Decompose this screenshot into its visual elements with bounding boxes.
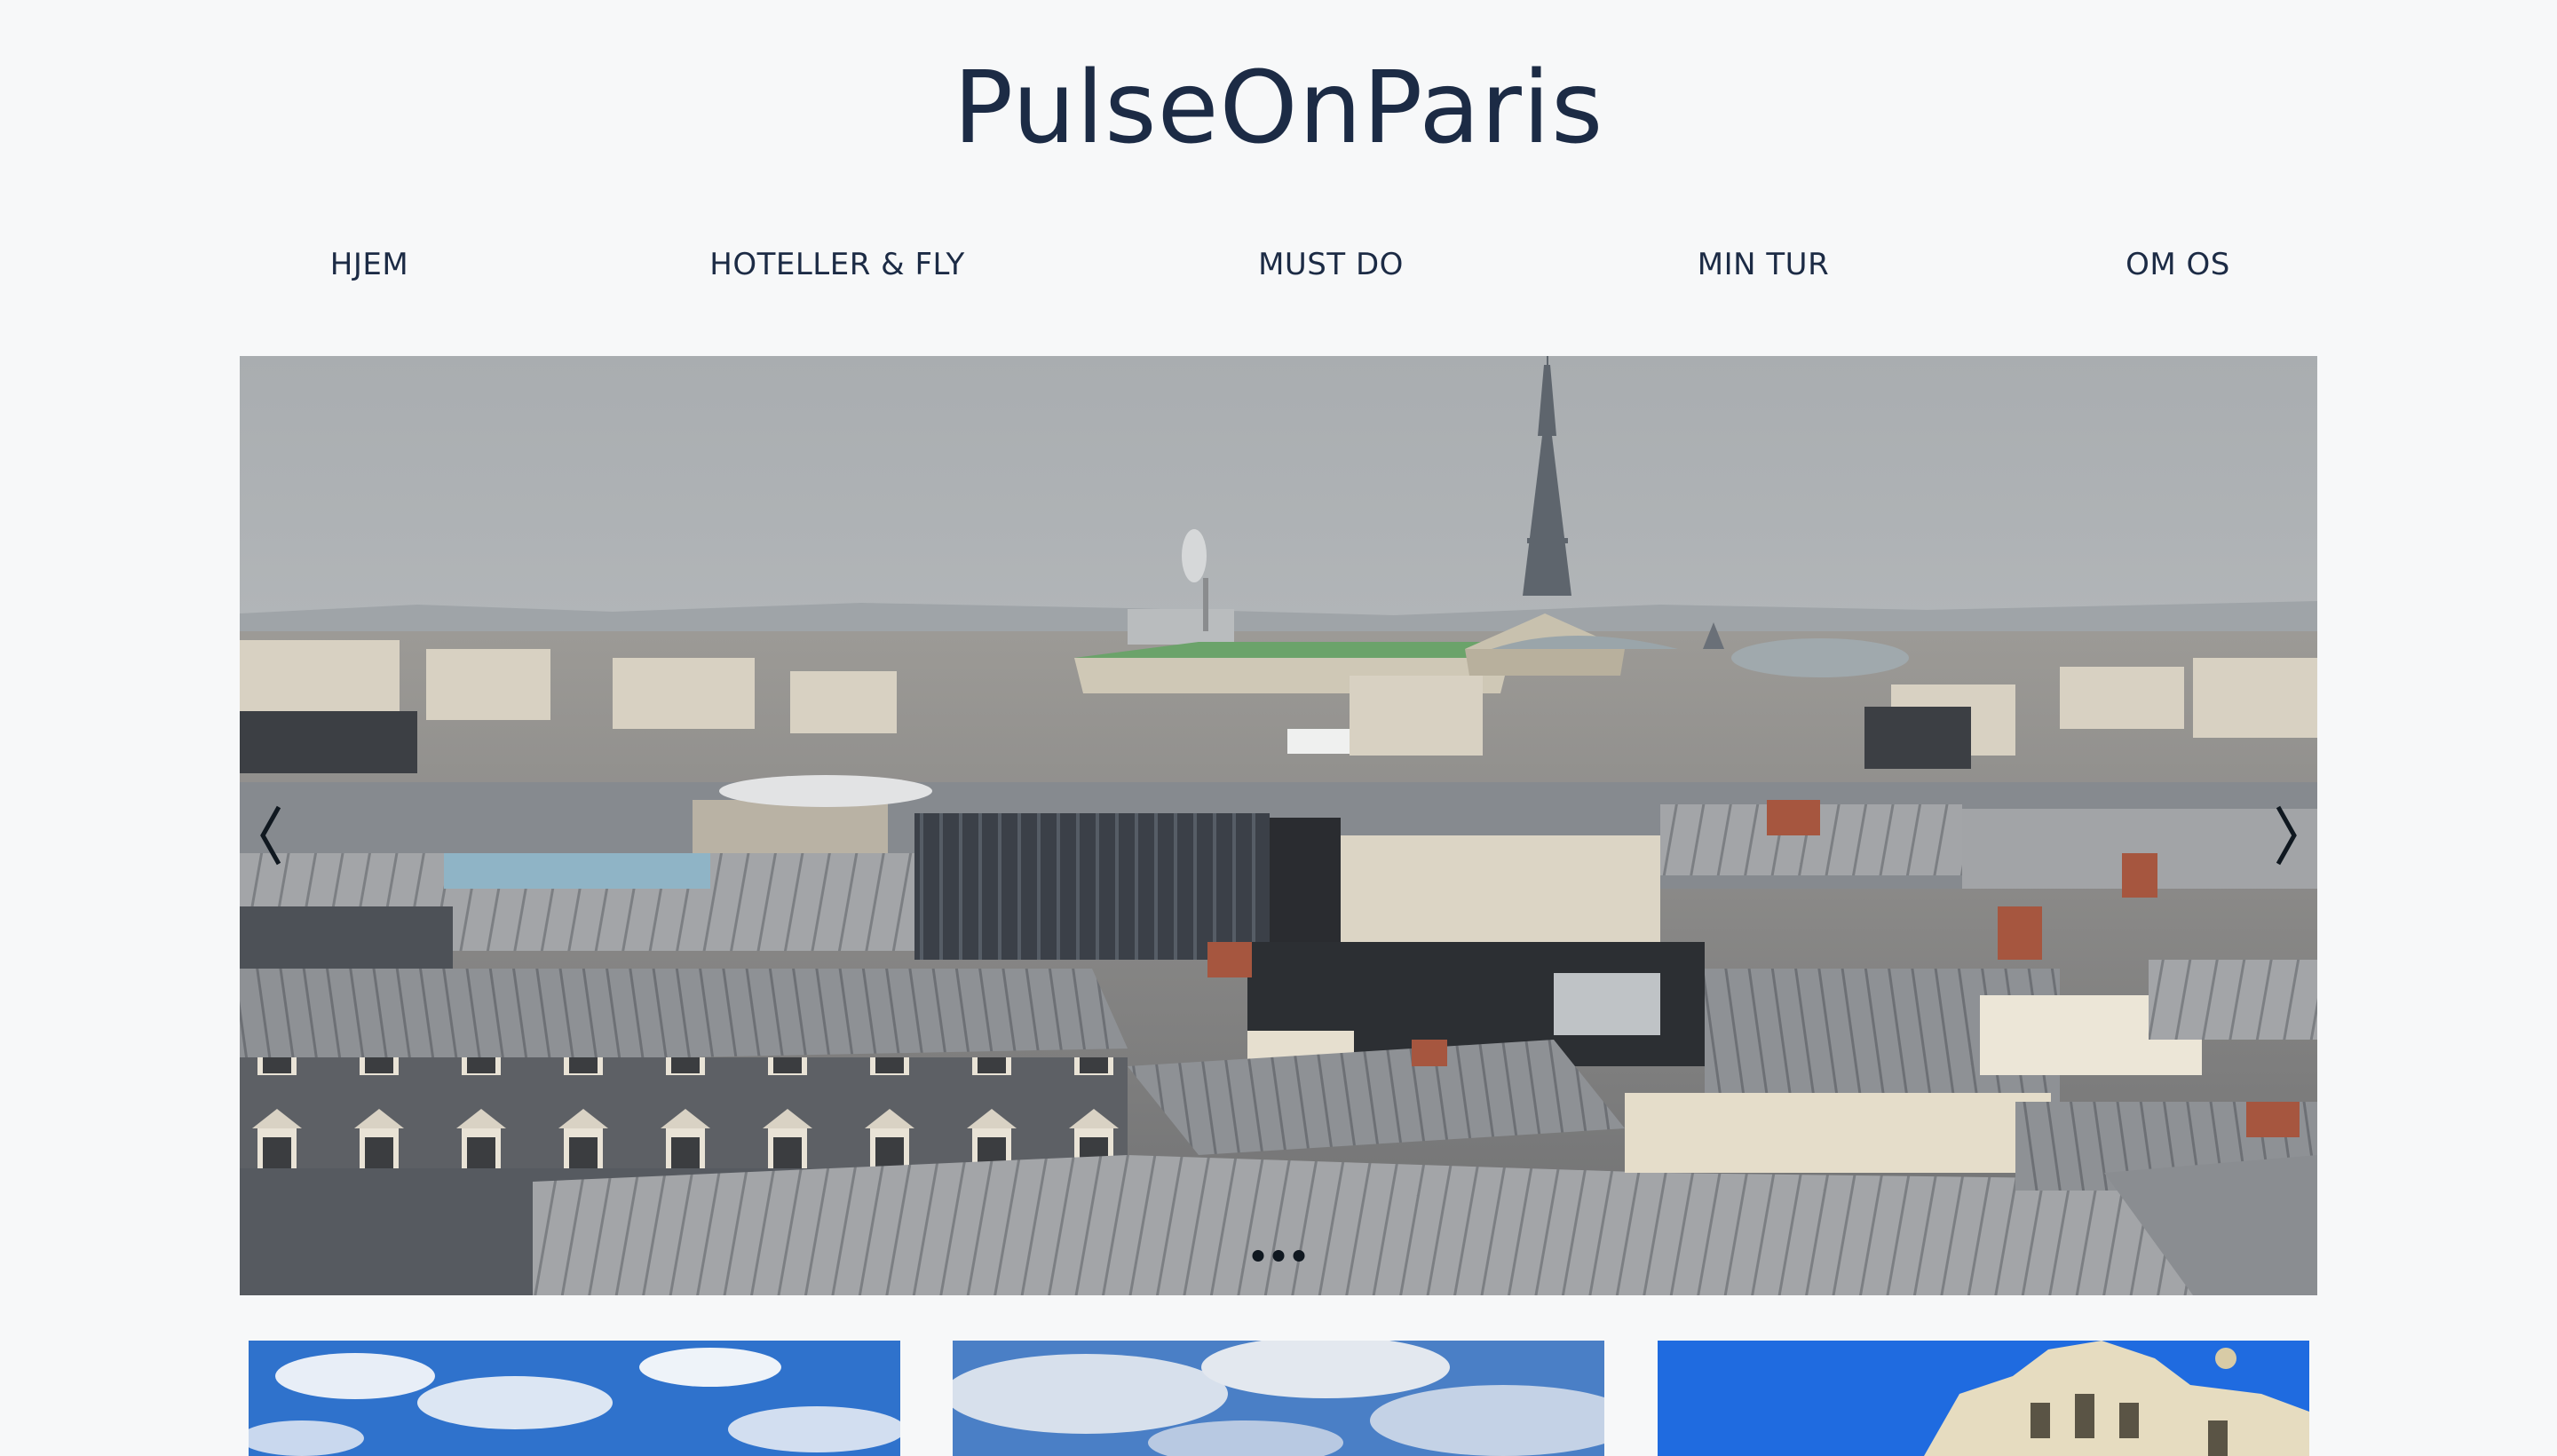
gallery-thumbnail[interactable] xyxy=(249,1341,900,1456)
hero-image xyxy=(240,356,2317,1295)
site-title[interactable]: PulseOnParis xyxy=(0,46,2557,170)
main-nav: HJEM HOTELLER & FLY MUST DO MIN TUR OM O… xyxy=(0,238,2557,291)
chevron-right-icon xyxy=(2276,805,2297,866)
slide-dot[interactable] xyxy=(1252,1250,1264,1262)
nav-item-min-tur[interactable]: MIN TUR xyxy=(1698,238,1829,291)
gallery-thumbnail[interactable] xyxy=(1658,1341,2309,1456)
nav-item-hoteller-fly[interactable]: HOTELLER & FLY xyxy=(709,238,964,291)
next-slide-button[interactable] xyxy=(2269,800,2305,871)
slide-dot[interactable] xyxy=(1272,1250,1285,1262)
slide-dot[interactable] xyxy=(1293,1250,1305,1262)
prev-slide-button[interactable] xyxy=(252,800,288,871)
thumbnail-image xyxy=(249,1341,900,1456)
hero-slideshow[interactable] xyxy=(240,356,2317,1295)
thumbnail-image xyxy=(953,1341,1604,1456)
gallery-thumbnail[interactable] xyxy=(953,1341,1604,1456)
nav-item-om-os[interactable]: OM OS xyxy=(2126,238,2230,291)
thumbnail-image xyxy=(1658,1341,2309,1456)
nav-item-hjem[interactable]: HJEM xyxy=(330,238,408,291)
chevron-left-icon xyxy=(260,805,281,866)
nav-item-must-do[interactable]: MUST DO xyxy=(1258,238,1404,291)
slide-indicators xyxy=(1252,1250,1305,1262)
